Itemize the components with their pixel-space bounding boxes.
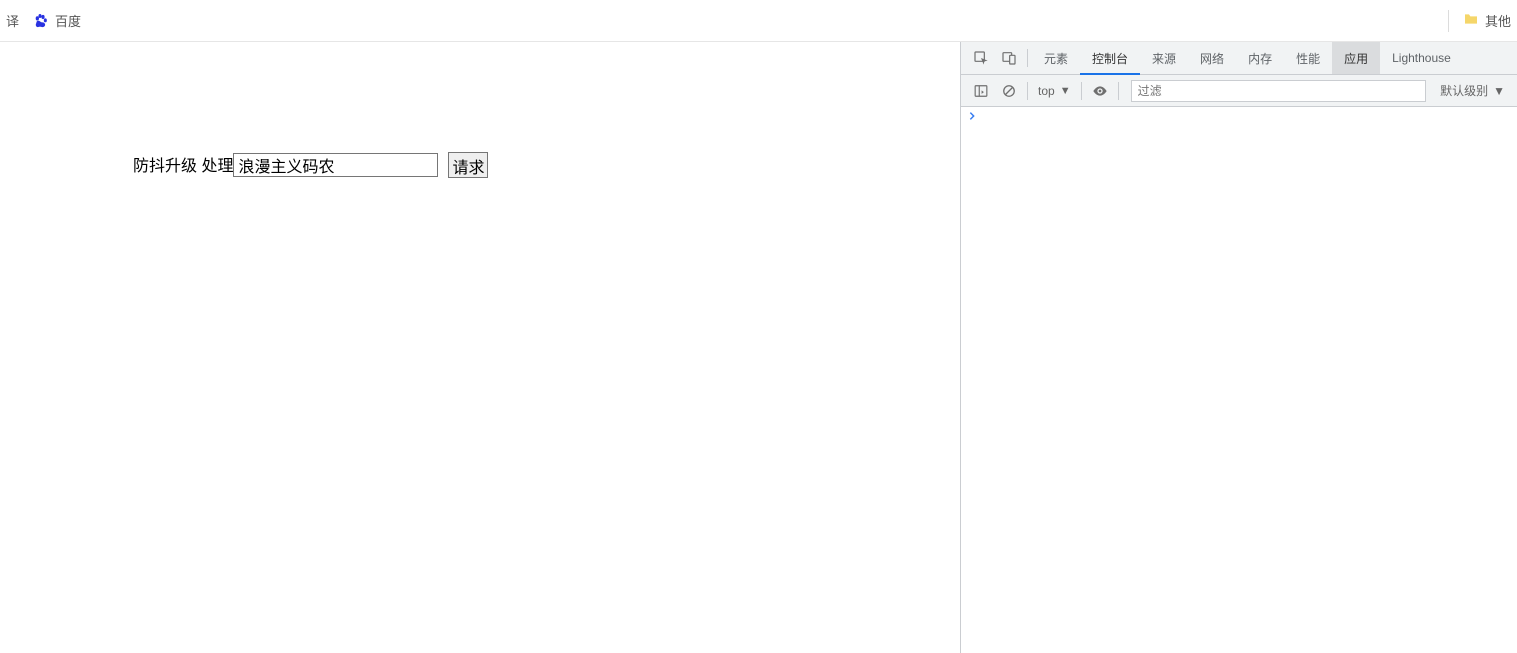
console-body[interactable] bbox=[961, 107, 1517, 653]
bookmark-label: 其他 bbox=[1485, 11, 1511, 30]
context-label: top bbox=[1038, 84, 1055, 98]
label-text: 防抖升级 处理 bbox=[133, 152, 233, 176]
divider bbox=[1081, 82, 1082, 100]
bookmark-item-other[interactable]: 其他 bbox=[1463, 11, 1511, 30]
bookmark-right: 其他 bbox=[1448, 10, 1511, 32]
text-input[interactable] bbox=[233, 153, 438, 177]
device-toggle-icon[interactable] bbox=[995, 42, 1023, 74]
console-toolbar: top ▼ 默认级别 ▼ bbox=[961, 75, 1517, 107]
bookmark-item-baidu[interactable]: 百度 bbox=[33, 11, 81, 30]
sidebar-toggle-icon[interactable] bbox=[967, 79, 995, 103]
devtools-tabbar: 元素 控制台 来源 网络 内存 性能 应用 Lighthouse bbox=[961, 42, 1517, 75]
level-label: 默认级别 bbox=[1440, 82, 1488, 99]
console-prompt[interactable] bbox=[961, 107, 1517, 127]
request-button[interactable]: 请求 bbox=[448, 152, 488, 178]
bookmark-label: 译 bbox=[6, 11, 19, 30]
tab-lighthouse[interactable]: Lighthouse bbox=[1380, 42, 1463, 74]
bookmark-item-truncated[interactable]: 译 bbox=[6, 11, 19, 30]
tab-application[interactable]: 应用 bbox=[1332, 42, 1380, 74]
folder-icon bbox=[1463, 11, 1479, 30]
divider bbox=[1027, 82, 1028, 100]
filter-input[interactable] bbox=[1131, 80, 1427, 102]
live-expression-icon[interactable] bbox=[1086, 79, 1114, 103]
chevron-down-icon: ▼ bbox=[1493, 84, 1505, 98]
tab-sources[interactable]: 来源 bbox=[1140, 42, 1188, 74]
page-content: 防抖升级 处理 请求 bbox=[0, 42, 960, 178]
chevron-down-icon: ▼ bbox=[1060, 85, 1071, 97]
divider bbox=[1027, 49, 1028, 67]
divider bbox=[1448, 10, 1449, 32]
bookmark-label: 百度 bbox=[55, 11, 81, 30]
divider bbox=[1118, 82, 1119, 100]
bookmark-bar: 译 百度 其他 bbox=[0, 0, 1517, 42]
tab-console[interactable]: 控制台 bbox=[1080, 42, 1140, 74]
baidu-icon bbox=[33, 13, 49, 29]
page-pane: 防抖升级 处理 请求 bbox=[0, 42, 960, 653]
split-pane: 防抖升级 处理 请求 元素 控制台 来源 网络 内存 性能 应用 Lightho… bbox=[0, 42, 1517, 653]
bookmark-left: 译 百度 bbox=[6, 11, 81, 30]
tab-memory[interactable]: 内存 bbox=[1236, 42, 1284, 74]
devtools-panel: 元素 控制台 来源 网络 内存 性能 应用 Lighthouse top ▼ bbox=[960, 42, 1517, 653]
tab-elements[interactable]: 元素 bbox=[1032, 42, 1080, 74]
chevron-right-icon bbox=[967, 110, 977, 124]
log-level-select[interactable]: 默认级别 ▼ bbox=[1434, 82, 1511, 99]
form-row: 防抖升级 处理 请求 bbox=[133, 152, 960, 178]
inspect-icon[interactable] bbox=[967, 42, 995, 74]
tab-performance[interactable]: 性能 bbox=[1284, 42, 1332, 74]
tab-network[interactable]: 网络 bbox=[1188, 42, 1236, 74]
clear-console-icon[interactable] bbox=[995, 79, 1023, 103]
context-select[interactable]: top ▼ bbox=[1032, 84, 1077, 98]
